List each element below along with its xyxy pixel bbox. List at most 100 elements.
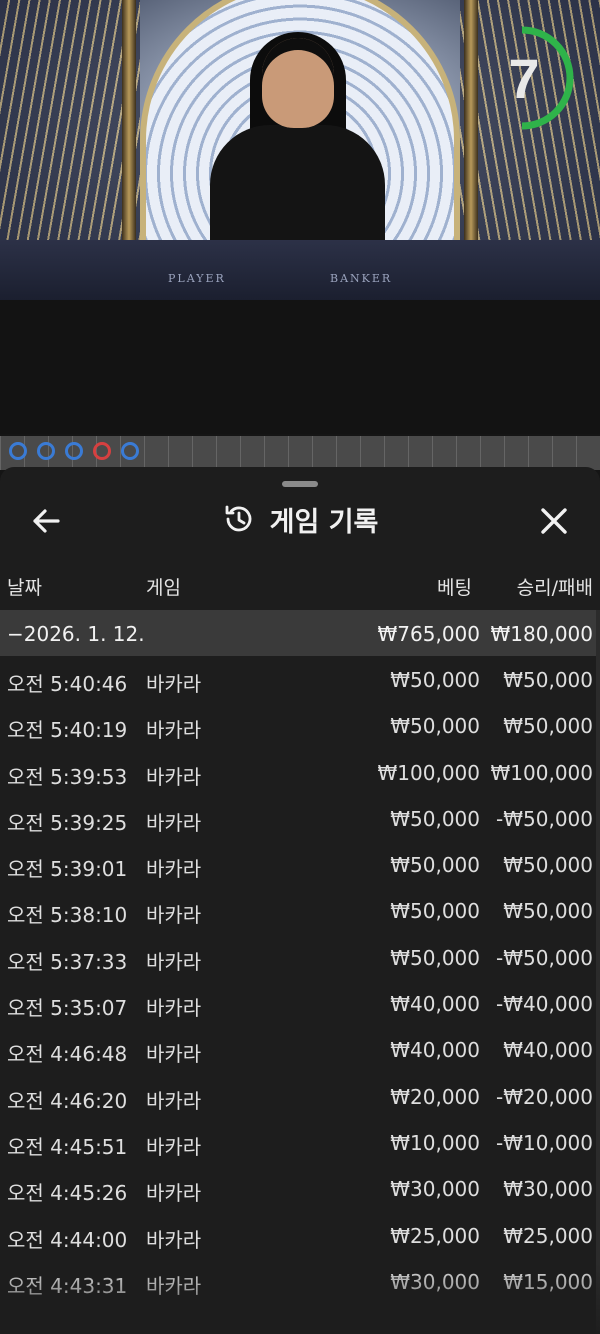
row-bet: ₩100,000 [377, 760, 480, 785]
row-game: 바카라 [146, 903, 202, 928]
table-row[interactable]: 오전 5:35:07 바카라 ₩40,000 -₩40,000 [0, 980, 600, 1026]
row-bet: ₩25,000 [390, 1223, 480, 1248]
row-game: 바카라 [146, 764, 202, 789]
row-bet: ₩50,000 [390, 714, 480, 739]
row-game: 바카라 [146, 718, 202, 743]
row-winloss: ₩25,000 [503, 1223, 593, 1248]
row-game: 바카라 [146, 1181, 202, 1206]
close-button[interactable] [534, 501, 574, 541]
row-game: 바카라 [146, 1273, 202, 1298]
row-bet: ₩40,000 [390, 1038, 480, 1063]
summary-winloss: ₩180,000 [490, 622, 593, 646]
column-date: 날짜 [7, 577, 42, 599]
row-bet: ₩30,000 [390, 1269, 480, 1294]
row-winloss: ₩15,000 [503, 1269, 593, 1294]
row-time: 오전 5:40:46 [7, 672, 128, 696]
pillar-right [464, 0, 478, 240]
table-row[interactable]: 오전 4:45:26 바카라 ₩30,000 ₩30,000 [0, 1165, 600, 1211]
road-circle-icon [37, 442, 55, 460]
row-time: 오전 5:39:53 [7, 764, 128, 789]
row-game: 바카라 [146, 1227, 202, 1252]
back-button[interactable] [26, 501, 66, 541]
row-time: 오전 5:39:25 [7, 810, 128, 835]
sheet-drag-handle[interactable] [282, 481, 318, 487]
table-row[interactable]: 오전 5:38:10 바카라 ₩50,000 ₩50,000 [0, 887, 600, 933]
bead-road[interactable] [0, 436, 600, 470]
row-time: 오전 5:37:33 [7, 949, 128, 974]
baccarat-table [0, 240, 600, 300]
row-bet: ₩10,000 [390, 1130, 480, 1155]
row-winloss: -₩50,000 [496, 945, 593, 970]
row-time: 오전 4:46:48 [7, 1042, 128, 1067]
table-row[interactable]: 오전 4:46:48 바카라 ₩40,000 ₩40,000 [0, 1026, 600, 1072]
road-circle-icon [9, 442, 27, 460]
table-row[interactable]: 오전 5:40:19 바카라 ₩50,000 ₩50,000 [0, 702, 600, 748]
close-icon [541, 508, 567, 534]
table-row[interactable]: 오전 4:44:00 바카라 ₩25,000 ₩25,000 [0, 1212, 600, 1258]
table-row[interactable]: 오전 4:45:51 바카라 ₩10,000 -₩10,000 [0, 1119, 600, 1165]
sheet-title: 게임 기록 [269, 506, 379, 538]
table-row[interactable]: 오전 5:40:46 바카라 ₩50,000 ₩50,000 [0, 656, 600, 702]
row-winloss: ₩100,000 [490, 760, 593, 785]
table-header: 날짜 게임 베팅 승리/패배 [0, 565, 600, 605]
scrollbar[interactable] [596, 610, 600, 1334]
row-game: 바카라 [146, 1042, 202, 1067]
row-winloss: ₩30,000 [503, 1177, 593, 1202]
video-dim-area [0, 300, 600, 434]
row-time: 오전 5:38:10 [7, 903, 128, 928]
road-circle-icon [121, 442, 139, 460]
table-row[interactable]: 오전 4:46:20 바카라 ₩20,000 -₩20,000 [0, 1073, 600, 1119]
row-game: 바카라 [146, 996, 202, 1021]
row-game: 바카라 [146, 1134, 202, 1159]
arrow-left-icon [33, 509, 60, 533]
date-summary-row[interactable]: −2026. 1. 12. ₩765,000 ₩180,000 [0, 610, 600, 656]
row-game: 바카라 [146, 672, 202, 696]
countdown-timer: 7 [494, 26, 576, 130]
row-time: 오전 4:45:51 [7, 1134, 128, 1159]
row-winloss: ₩50,000 [503, 714, 593, 739]
table-row[interactable]: 오전 5:39:01 바카라 ₩50,000 ₩50,000 [0, 841, 600, 887]
table-row[interactable]: 오전 4:43:31 바카라 ₩30,000 ₩15,000 [0, 1258, 600, 1304]
game-history-sheet: 게임 기록 날짜 게임 베팅 승리/패배 −2026. 1. 12. ₩765,… [0, 467, 600, 1334]
row-time: 오전 4:44:00 [7, 1227, 128, 1252]
row-game: 바카라 [146, 949, 202, 974]
history-list[interactable]: −2026. 1. 12. ₩765,000 ₩180,000 오전 5:40:… [0, 610, 600, 1334]
row-time: 오전 5:40:19 [7, 718, 128, 743]
column-game: 게임 [146, 577, 181, 599]
row-winloss: -₩40,000 [496, 992, 593, 1017]
row-winloss: ₩50,000 [503, 853, 593, 878]
row-game: 바카라 [146, 810, 202, 835]
row-bet: ₩50,000 [390, 806, 480, 831]
table-row[interactable]: 오전 5:39:25 바카라 ₩50,000 -₩50,000 [0, 795, 600, 841]
live-video-feed: PLAYER BANKER 7 [0, 0, 600, 434]
table-label-banker: BANKER [330, 272, 393, 285]
row-bet: ₩50,000 [390, 668, 480, 692]
row-time: 오전 4:43:31 [7, 1273, 128, 1298]
timer-value: 7 [508, 47, 540, 110]
road-circle-icon [65, 442, 83, 460]
row-winloss: -₩50,000 [496, 806, 593, 831]
row-time: 오전 4:46:20 [7, 1088, 128, 1113]
row-game: 바카라 [146, 857, 202, 882]
row-winloss: -₩10,000 [496, 1130, 593, 1155]
decor-left [0, 0, 140, 240]
pillar-left [122, 0, 136, 240]
sheet-header: 게임 기록 [0, 489, 600, 549]
column-winloss: 승리/패배 [516, 577, 593, 599]
row-winloss: ₩50,000 [503, 668, 593, 692]
row-game: 바카라 [146, 1088, 202, 1113]
column-bet: 베팅 [437, 577, 472, 599]
row-time: 오전 5:35:07 [7, 996, 128, 1021]
table-row[interactable]: 오전 5:37:33 바카라 ₩50,000 -₩50,000 [0, 934, 600, 980]
row-bet: ₩50,000 [390, 899, 480, 924]
row-winloss: ₩40,000 [503, 1038, 593, 1063]
row-bet: ₩30,000 [390, 1177, 480, 1202]
row-winloss: -₩20,000 [496, 1084, 593, 1109]
row-time: 오전 5:39:01 [7, 857, 128, 882]
history-clock-icon [225, 505, 251, 532]
table-row[interactable]: 오전 5:39:53 바카라 ₩100,000 ₩100,000 [0, 749, 600, 795]
row-time: 오전 4:45:26 [7, 1181, 128, 1206]
summary-bet: ₩765,000 [377, 622, 480, 646]
dealer-face [262, 38, 334, 128]
row-bet: ₩50,000 [390, 853, 480, 878]
